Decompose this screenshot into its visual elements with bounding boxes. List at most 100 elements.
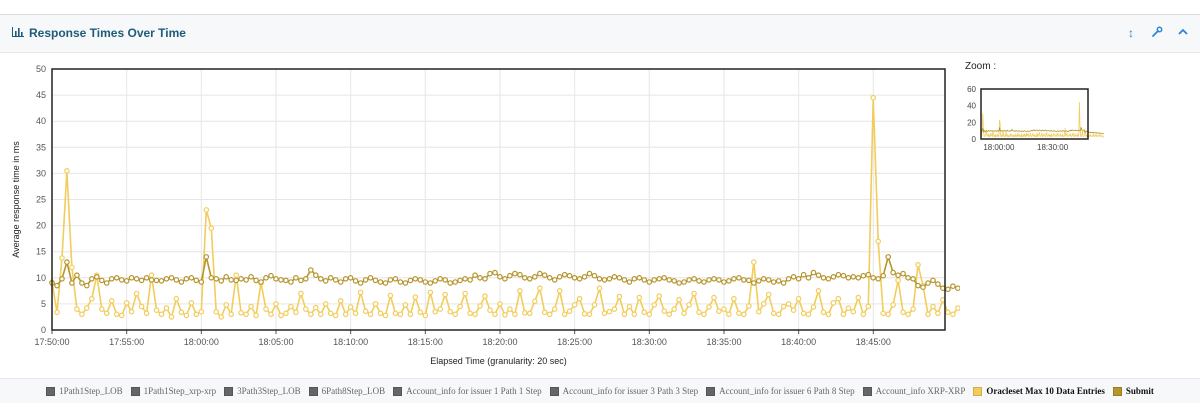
settings-wrench-icon[interactable] — [1150, 26, 1164, 41]
data-point[interactable] — [546, 311, 553, 318]
data-point[interactable] — [302, 306, 309, 312]
data-point[interactable] — [497, 274, 503, 280]
data-point[interactable] — [452, 279, 459, 285]
data-point[interactable] — [158, 311, 165, 318]
data-point[interactable] — [800, 271, 807, 278]
data-point[interactable] — [706, 277, 712, 283]
data-point[interactable] — [467, 310, 473, 317]
data-point[interactable] — [521, 309, 528, 316]
data-point[interactable] — [740, 311, 747, 318]
data-point[interactable] — [138, 277, 145, 284]
data-point[interactable] — [437, 306, 444, 312]
data-point[interactable] — [536, 270, 543, 277]
data-point[interactable] — [417, 277, 424, 283]
data-point[interactable] — [123, 278, 130, 284]
data-point[interactable] — [716, 308, 722, 315]
data-point[interactable] — [930, 303, 936, 310]
data-point[interactable] — [835, 295, 842, 302]
data-point[interactable] — [183, 276, 190, 282]
data-point[interactable] — [84, 282, 90, 289]
data-point[interactable] — [935, 281, 941, 287]
data-point[interactable] — [581, 310, 588, 317]
data-point[interactable] — [487, 270, 493, 277]
data-point[interactable] — [362, 277, 369, 283]
data-point[interactable] — [656, 293, 663, 299]
data-point[interactable] — [790, 274, 797, 280]
data-point[interactable] — [512, 270, 518, 277]
data-point[interactable] — [322, 301, 329, 307]
data-point[interactable] — [402, 280, 409, 286]
data-point[interactable] — [213, 276, 220, 282]
data-point[interactable] — [392, 310, 399, 317]
legend-item[interactable]: 6Path8Step_LOB — [308, 386, 385, 396]
data-point[interactable] — [407, 277, 414, 284]
data-point[interactable] — [780, 303, 787, 310]
data-point[interactable] — [94, 274, 100, 280]
data-point[interactable] — [745, 303, 752, 309]
data-point[interactable] — [457, 277, 463, 284]
data-point[interactable] — [317, 276, 324, 282]
data-point[interactable] — [900, 309, 906, 316]
legend-item[interactable]: 3Path3Step_LOB — [224, 386, 301, 396]
data-point[interactable] — [387, 277, 394, 283]
data-point[interactable] — [89, 276, 95, 282]
data-point[interactable] — [367, 311, 374, 318]
data-point[interactable] — [616, 293, 623, 300]
data-point[interactable] — [546, 275, 553, 281]
data-point[interactable] — [611, 274, 618, 280]
data-point[interactable] — [905, 275, 911, 281]
data-point[interactable] — [507, 272, 513, 279]
data-point[interactable] — [482, 293, 488, 299]
data-point[interactable] — [681, 279, 687, 285]
data-point[interactable] — [765, 277, 772, 283]
data-point[interactable] — [621, 311, 628, 318]
data-point[interactable] — [173, 295, 180, 302]
data-point[interactable] — [586, 311, 593, 318]
data-point[interactable] — [880, 310, 887, 317]
data-point[interactable] — [955, 285, 961, 292]
data-point[interactable] — [337, 279, 344, 285]
data-point[interactable] — [591, 302, 598, 308]
data-point[interactable] — [482, 276, 488, 282]
data-point[interactable] — [661, 308, 668, 315]
data-point[interactable] — [895, 272, 901, 279]
data-point[interactable] — [561, 271, 568, 278]
data-point[interactable] — [755, 278, 762, 284]
data-point[interactable] — [810, 269, 817, 276]
main-chart[interactable]: 0 5 10 15 20 25 30 35 40 45 50 17:50:00 17:55:00 18:0… — [0, 53, 1081, 371]
data-point[interactable] — [656, 276, 663, 282]
data-point[interactable] — [780, 280, 787, 286]
data-point[interactable] — [825, 311, 832, 318]
data-point[interactable] — [641, 309, 648, 316]
data-point[interactable] — [517, 271, 523, 278]
data-point[interactable] — [432, 278, 439, 284]
data-point[interactable] — [845, 275, 852, 281]
data-point[interactable] — [188, 275, 195, 281]
reset-zoom-icon[interactable]: ↕ — [1124, 26, 1138, 41]
data-point[interactable] — [288, 279, 294, 285]
data-point[interactable] — [412, 276, 419, 282]
data-point[interactable] — [701, 279, 707, 285]
data-point[interactable] — [387, 292, 394, 299]
data-point[interactable] — [79, 311, 85, 318]
data-point[interactable] — [228, 277, 235, 283]
data-point[interactable] — [342, 311, 349, 318]
data-point[interactable] — [770, 279, 777, 285]
data-point[interactable] — [706, 304, 712, 310]
data-point[interactable] — [203, 207, 210, 213]
data-point[interactable] — [541, 309, 548, 316]
data-point[interactable] — [298, 277, 304, 284]
data-point[interactable] — [188, 300, 195, 306]
data-point[interactable] — [785, 301, 792, 307]
main-chart-svg[interactable]: 0 5 10 15 20 25 30 35 40 45 50 17:50:00 17:55:00 18:0… — [0, 53, 1081, 371]
data-point[interactable] — [661, 275, 668, 281]
data-point[interactable] — [701, 311, 707, 318]
data-point[interactable] — [342, 276, 349, 282]
data-point[interactable] — [118, 277, 125, 283]
data-point[interactable] — [263, 306, 269, 312]
data-point[interactable] — [108, 298, 115, 304]
data-point[interactable] — [666, 311, 673, 318]
data-point[interactable] — [631, 311, 638, 318]
data-point[interactable] — [785, 276, 792, 282]
data-point[interactable] — [64, 168, 70, 174]
